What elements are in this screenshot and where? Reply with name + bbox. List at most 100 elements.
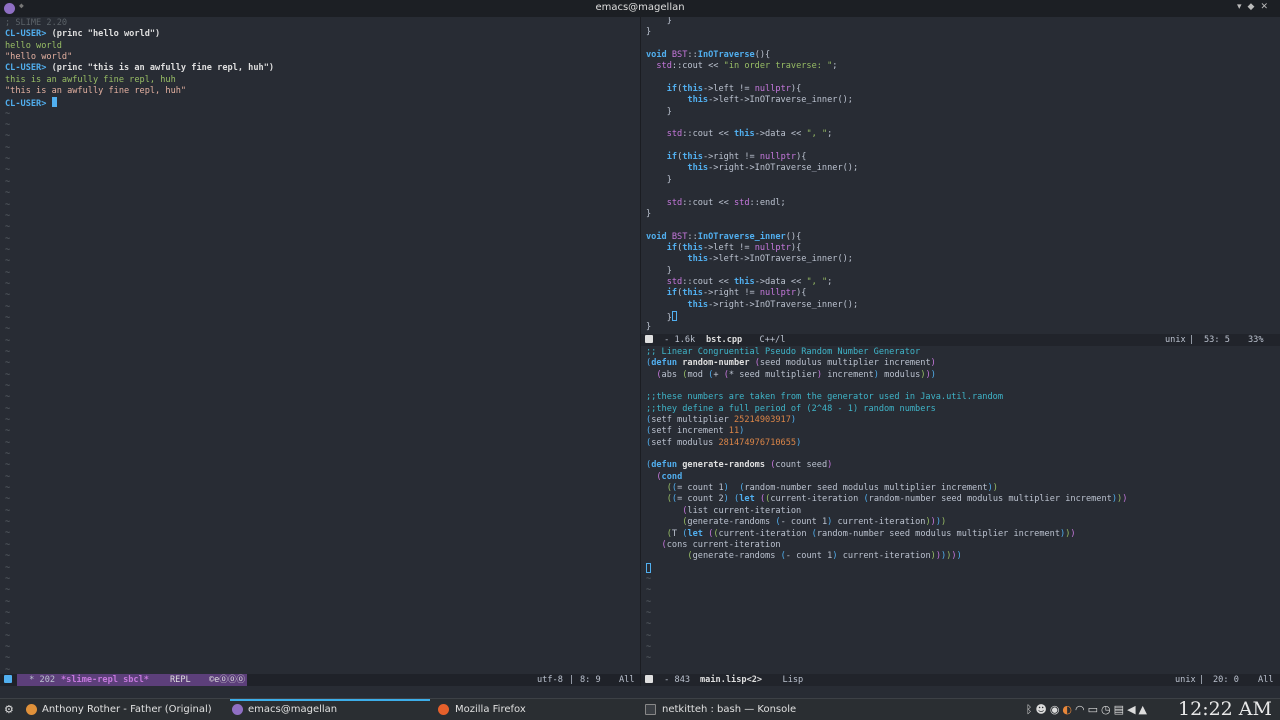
cpp_buffer-line[interactable]: } — [646, 175, 1280, 186]
cpp_buffer-line[interactable]: std::cout << "in order traverse: "; — [646, 61, 1280, 72]
lisp_buffer-line[interactable]: (abs (mod (+ (* seed multiplier) increme… — [646, 370, 1280, 381]
app-launcher-icon[interactable]: ⚙ — [4, 704, 15, 715]
modeline-percent: All — [1258, 675, 1274, 685]
bluetooth-icon[interactable]: ᛒ — [1026, 703, 1036, 716]
empty-line-marker: ~ — [646, 641, 652, 652]
discord-icon[interactable]: ☻ — [1035, 703, 1049, 716]
lisp-editor-pane[interactable]: ;; Linear Congruential Pseudo Random Num… — [641, 346, 1280, 674]
lisp_buffer-line[interactable]: (defun generate-randoms (count seed) — [646, 460, 1280, 471]
lisp_buffer-line[interactable]: ((= count 1) (random-number seed modulus… — [646, 483, 1280, 494]
task-emacs[interactable]: emacs@magellan — [230, 699, 430, 720]
lisp_buffer-line[interactable] — [646, 381, 1280, 392]
cpp_buffer-line[interactable]: if(this->left != nullptr){ — [646, 84, 1280, 95]
cpp_buffer-line[interactable]: } — [646, 209, 1280, 220]
cpp_buffer-line[interactable]: void BST::InOTraverse_inner(){ — [646, 232, 1280, 243]
left_repl-line[interactable]: "hello world" — [5, 52, 640, 63]
modeline-minor-modes[interactable]: ©e⓪⓪⓪ — [209, 674, 245, 686]
cpp_buffer-line[interactable]: } — [646, 107, 1280, 118]
cpp_buffer-line[interactable]: std::cout << this->data << ", "; — [646, 277, 1280, 288]
cpp_buffer-line[interactable]: } — [646, 310, 1280, 323]
cpp_buffer-line[interactable]: this->left->InOTraverse_inner(); — [646, 95, 1280, 106]
lisp_buffer-line[interactable]: (generate-randoms (- count 1) current-it… — [646, 551, 1280, 562]
cpp_buffer-line[interactable]: std::cout << this->data << ", "; — [646, 129, 1280, 140]
cpp-buffer[interactable]: }} void BST::InOTraverse(){ std::cout << … — [641, 17, 1280, 334]
cpp_buffer-line[interactable] — [646, 39, 1280, 50]
left_repl-line[interactable]: CL-USER> (princ "this is an awfully fine… — [5, 63, 640, 74]
left_repl-line[interactable]: "this is an awfully fine repl, huh" — [5, 86, 640, 97]
lisp_buffer-line[interactable]: (cond — [646, 472, 1280, 483]
code-token: CL-USER> — [5, 29, 52, 40]
lisp_buffer-line[interactable]: (generate-randoms (- count 1) current-it… — [646, 517, 1280, 528]
cpp_buffer-line[interactable] — [646, 186, 1280, 197]
code-token: std — [733, 197, 750, 208]
modeline-encoding[interactable]: unix — [1175, 674, 1196, 686]
cpp_buffer-line[interactable]: if(this->right != nullptr){ — [646, 152, 1280, 163]
lisp_buffer-line[interactable]: (T (let ((current-iteration (random-numb… — [646, 529, 1280, 540]
cpp_buffer-line[interactable]: } — [646, 27, 1280, 38]
cpp_buffer-line[interactable]: void BST::InOTraverse(){ — [646, 50, 1280, 61]
repl-buffer[interactable]: ; SLIME 2.20 CL-USER> (princ "hello world… — [0, 17, 640, 674]
left_repl-line[interactable]: this is an awfully fine repl, huh — [5, 75, 640, 86]
modeline-buffer-name[interactable]: bst.cpp — [706, 334, 742, 346]
task-music-player[interactable]: Anthony Rother - Father (Original) — [24, 699, 224, 720]
cpp_buffer-line[interactable]: } — [646, 322, 1280, 333]
task-firefox[interactable]: Mozilla Firefox — [438, 699, 638, 720]
cpp-editor-pane[interactable]: }} void BST::InOTraverse(){ std::cout << … — [641, 17, 1280, 334]
modeline-buffer-name[interactable]: *slime-repl sbcl* — [61, 674, 149, 686]
cpp_buffer-line[interactable] — [646, 141, 1280, 152]
cpp_buffer-line[interactable]: this->right->InOTraverse_inner(); — [646, 163, 1280, 174]
cpp_buffer-line[interactable]: std::cout << std::endl; — [646, 198, 1280, 209]
lisp_buffer-line[interactable]: ;;they define a full period of (2^48 - 1… — [646, 404, 1280, 415]
modeline-major-mode[interactable]: Lisp — [767, 674, 804, 686]
code-token: = count 2 — [677, 494, 724, 505]
lisp_buffer-line[interactable]: ;; Linear Congruential Pseudo Random Num… — [646, 347, 1280, 358]
clipboard-icon[interactable]: ▤ — [1114, 703, 1127, 716]
lisp_buffer-line[interactable] — [646, 562, 1280, 574]
task-konsole[interactable]: netkitteh : bash — Konsole — [645, 699, 845, 720]
code-token: :: — [687, 231, 698, 242]
cpp_buffer-line[interactable]: if(this->right != nullptr){ — [646, 288, 1280, 299]
slime-repl-pane[interactable]: ; SLIME 2.20 CL-USER> (princ "hello world… — [0, 17, 640, 674]
cpp_buffer-line[interactable]: if(this->left != nullptr){ — [646, 243, 1280, 254]
window-controls[interactable]: ▾◆✕ — [1237, 2, 1274, 12]
lisp_buffer-line[interactable]: (defun random-number (seed modulus multi… — [646, 358, 1280, 369]
left_repl-line[interactable]: CL-USER> (princ "hello world") — [5, 29, 640, 40]
left_repl-line[interactable]: ; SLIME 2.20 — [5, 18, 640, 29]
left_repl-line[interactable]: CL-USER> — [5, 97, 640, 109]
lisp_buffer-line[interactable]: (cons current-iteration — [646, 540, 1280, 551]
modeline-major-mode[interactable]: REPL — [170, 674, 191, 686]
lisp_buffer-line[interactable]: ((= count 2) (let ((current-iteration (r… — [646, 494, 1280, 505]
code-token: this is an awfully fine repl, huh — [5, 74, 176, 85]
lisp_buffer-line[interactable]: (setf increment 11) — [646, 426, 1280, 437]
steam-icon[interactable]: ◉ — [1050, 703, 1063, 716]
lisp_buffer-line[interactable]: (list current-iteration — [646, 506, 1280, 517]
volume-icon[interactable]: ◀ — [1127, 703, 1138, 716]
battery-icon[interactable]: ▭ — [1088, 703, 1101, 716]
lisp-buffer[interactable]: ;; Linear Congruential Pseudo Random Num… — [641, 346, 1280, 665]
code-token: this — [687, 95, 709, 106]
left_repl-line[interactable]: hello world — [5, 41, 640, 52]
empty-line-marker: ~ — [5, 641, 11, 652]
cpp_buffer-line[interactable]: this->right->InOTraverse_inner(); — [646, 300, 1280, 311]
modeline-encoding[interactable]: utf-8 — [537, 674, 563, 686]
modeline-major-mode[interactable]: C++/l — [744, 334, 786, 346]
cpp_buffer-line[interactable]: } — [646, 17, 1280, 27]
modeline-buffer-name[interactable]: main.lisp<2> — [700, 674, 762, 686]
lisp_buffer-line[interactable] — [646, 449, 1280, 460]
redshift-icon[interactable]: ◐ — [1062, 703, 1075, 716]
cpp_buffer-line[interactable]: } — [646, 266, 1280, 277]
cpp_buffer-line[interactable] — [646, 220, 1280, 231]
lisp_buffer-line[interactable]: (setf multiplier 25214903917) — [646, 415, 1280, 426]
buffer-state-icon — [645, 335, 653, 343]
clock[interactable]: 12:22 AM — [1178, 698, 1272, 720]
cpp_buffer-line[interactable] — [646, 73, 1280, 84]
wifi-icon[interactable]: ◠ — [1075, 703, 1088, 716]
cpp_buffer-line[interactable]: this->left->InOTraverse_inner(); — [646, 254, 1280, 265]
expand-tray-icon[interactable]: ▲ — [1139, 703, 1150, 716]
cpp_buffer-line[interactable] — [646, 118, 1280, 129]
code-token: random-number seed modulus multiplier in… — [816, 528, 1061, 539]
lisp_buffer-line[interactable]: ;;these numbers are taken from the gener… — [646, 392, 1280, 403]
modeline-encoding[interactable]: unix — [1165, 334, 1186, 346]
lisp_buffer-line[interactable]: (setf modulus 281474976710655) — [646, 438, 1280, 449]
updates-icon[interactable]: ◷ — [1101, 703, 1114, 716]
